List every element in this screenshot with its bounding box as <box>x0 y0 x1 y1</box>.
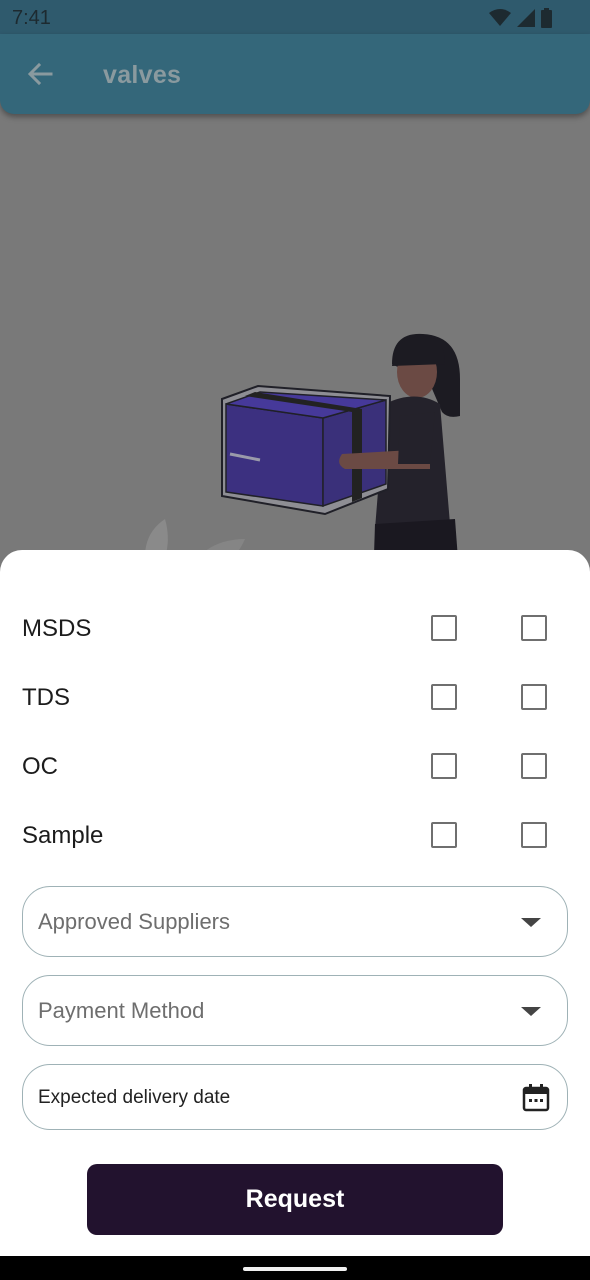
document-label: Sample <box>22 822 104 849</box>
battery-icon <box>541 8 552 28</box>
signal-icon <box>517 9 535 27</box>
expected-delivery-placeholder: Expected delivery date <box>38 1087 231 1108</box>
oc-checkbox-2[interactable] <box>521 753 547 779</box>
wifi-icon <box>489 9 511 26</box>
tds-checkbox-1[interactable] <box>431 684 457 710</box>
home-indicator[interactable] <box>243 1267 347 1271</box>
sample-checkbox-1[interactable] <box>431 822 457 848</box>
document-row-msds: MSDS <box>0 603 590 653</box>
arrow-left-icon <box>27 62 53 86</box>
document-label: MSDS <box>22 615 92 642</box>
status-icons <box>489 8 552 28</box>
oc-checkbox-1[interactable] <box>431 753 457 779</box>
tds-checkbox-2[interactable] <box>521 684 547 710</box>
sample-checkbox-2[interactable] <box>521 822 547 848</box>
navigation-bar <box>0 1256 590 1280</box>
msds-checkbox-1[interactable] <box>431 615 457 641</box>
backdrop-overlay[interactable] <box>0 34 590 594</box>
approved-suppliers-dropdown[interactable]: Approved Suppliers <box>22 886 568 957</box>
expected-delivery-date-field[interactable]: Expected delivery date <box>22 1064 568 1130</box>
status-bar: 7:41 <box>0 0 590 34</box>
app-bar: valves <box>0 34 590 114</box>
payment-method-placeholder: Payment Method <box>38 998 205 1023</box>
request-bottom-sheet: MSDS TDS OC Sample Approved Suppliers Pa… <box>0 550 590 1256</box>
payment-method-dropdown[interactable]: Payment Method <box>22 975 568 1046</box>
msds-checkbox-2[interactable] <box>521 615 547 641</box>
document-row-oc: OC <box>0 741 590 791</box>
document-label: OC <box>22 753 58 780</box>
back-button[interactable] <box>22 56 58 92</box>
dropdown-arrow-icon <box>521 1007 541 1016</box>
request-button[interactable]: Request <box>87 1164 503 1235</box>
document-row-tds: TDS <box>0 672 590 722</box>
page-title: valves <box>103 61 182 89</box>
status-time: 7:41 <box>12 7 51 29</box>
dropdown-arrow-icon <box>521 918 541 927</box>
document-row-sample: Sample <box>0 810 590 860</box>
approved-suppliers-placeholder: Approved Suppliers <box>38 909 231 934</box>
document-label: TDS <box>22 684 70 711</box>
calendar-icon[interactable] <box>521 1083 551 1113</box>
